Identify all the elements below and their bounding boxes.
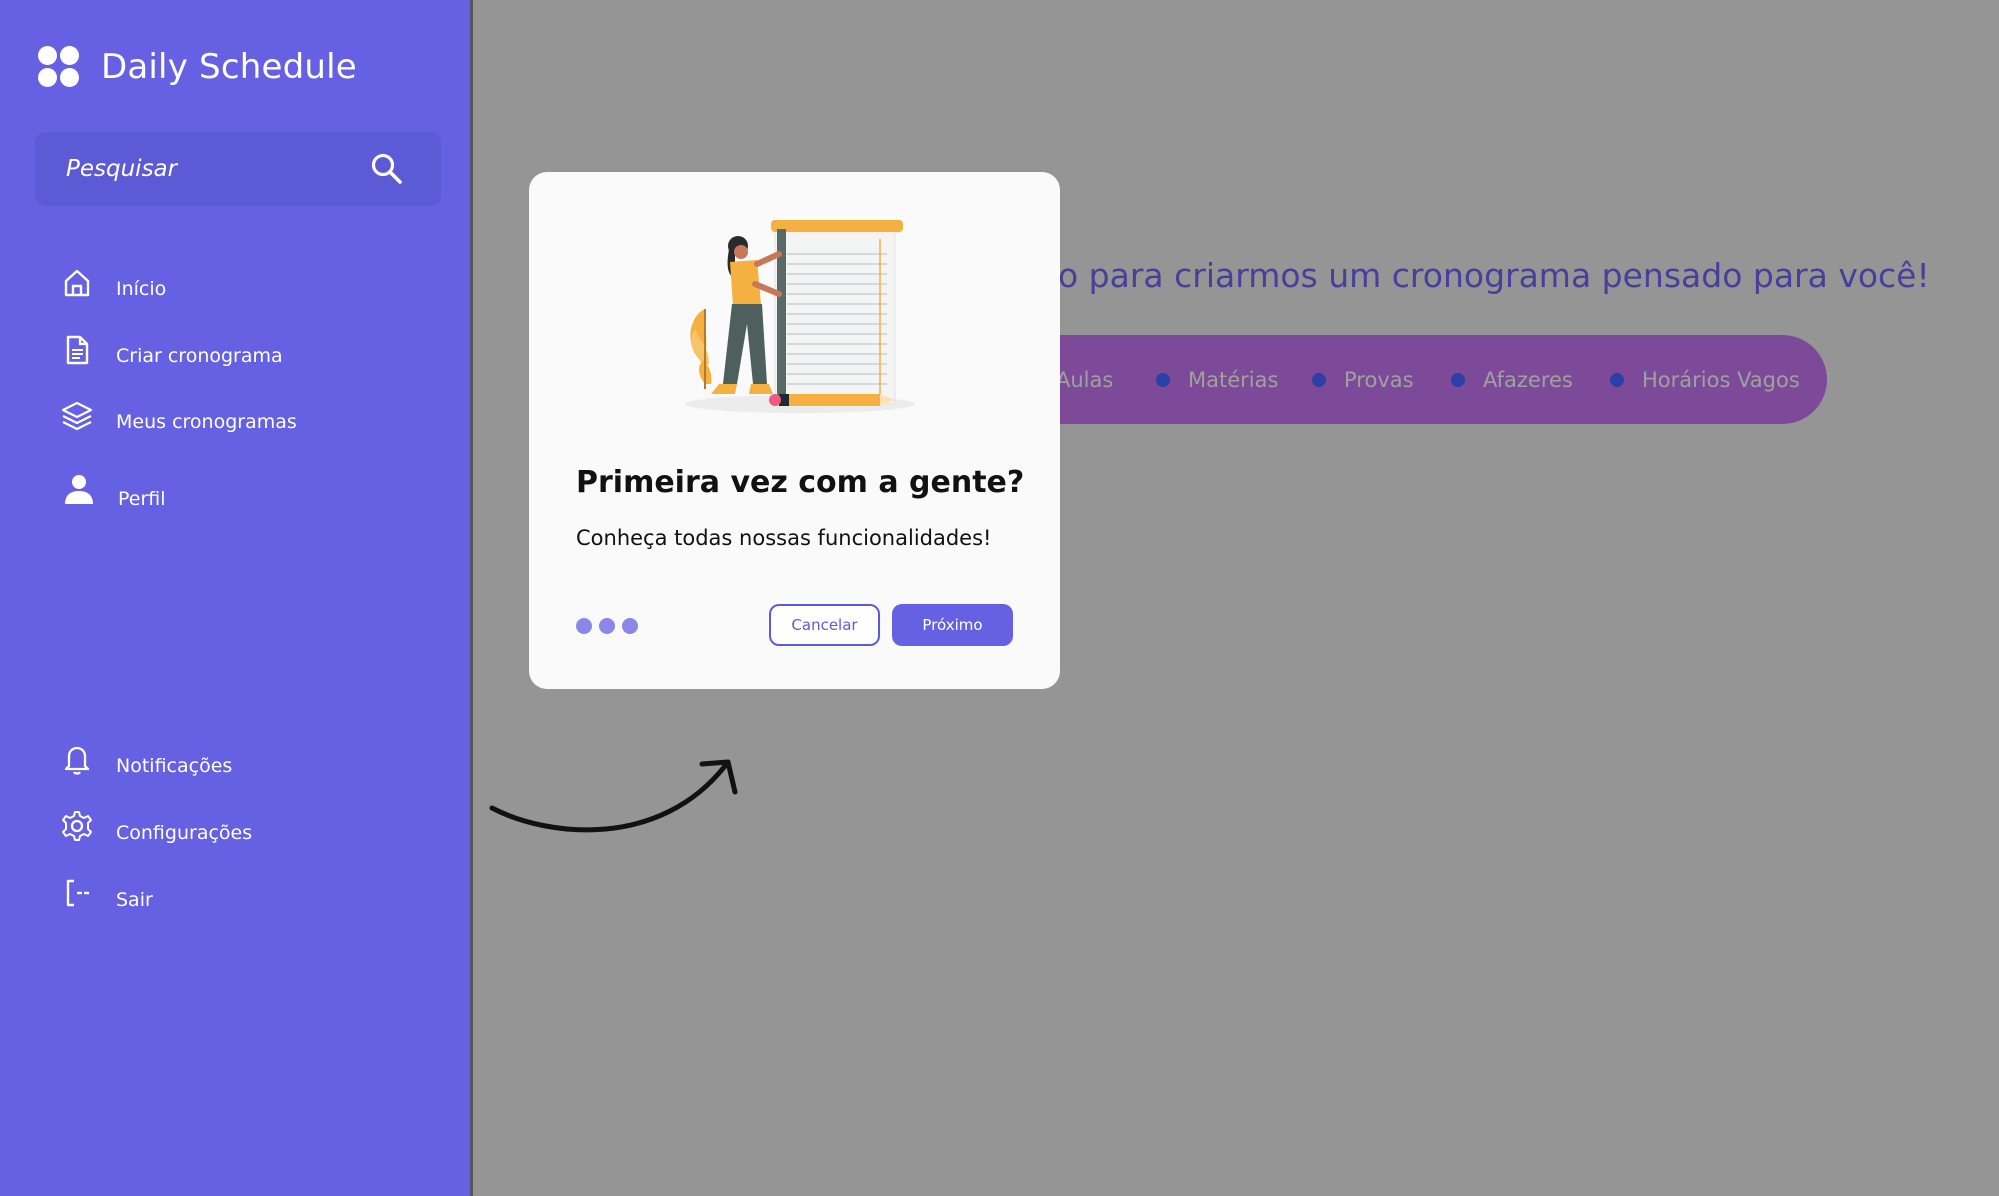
sidebar: Daily Schedule Início Criar cronograma	[0, 0, 473, 1196]
nav-item-sair[interactable]: Sair	[60, 875, 153, 911]
bullet-icon	[1610, 373, 1624, 387]
logout-icon	[66, 879, 89, 907]
nav-label-sair: Sair	[116, 889, 153, 911]
modal-title: Primeira vez com a gente?	[576, 465, 1025, 500]
nav-label-inicio: Início	[116, 278, 167, 300]
category-afazeres[interactable]: Afazeres	[1451, 368, 1573, 392]
step-indicator	[576, 618, 645, 634]
bullet-icon	[1312, 373, 1326, 387]
layers-icon	[61, 401, 93, 431]
nav-item-perfil[interactable]: Perfil	[60, 468, 166, 510]
modal-subtitle: Conheça todas nossas funcionalidades!	[576, 526, 992, 550]
category-label: Matérias	[1188, 368, 1279, 392]
nav-label-notificacoes: Notificações	[116, 755, 233, 777]
category-aulas[interactable]: Aulas	[1056, 368, 1113, 392]
next-button[interactable]: Próximo	[892, 604, 1013, 646]
search-input[interactable]	[66, 150, 356, 188]
nav-label-perfil: Perfil	[118, 488, 166, 510]
cancel-button[interactable]: Cancelar	[769, 604, 880, 646]
onboarding-modal: Primeira vez com a gente? Conheça todas …	[529, 172, 1060, 689]
category-materias[interactable]: Matérias	[1156, 368, 1278, 392]
category-label: Provas	[1344, 368, 1414, 392]
app-name: Daily Schedule	[101, 47, 357, 87]
curved-arrow-icon	[489, 759, 738, 833]
nav-item-notificacoes[interactable]: Notificações	[60, 741, 232, 777]
search-icon[interactable]	[370, 152, 404, 186]
step-dot	[622, 618, 638, 634]
step-dot	[599, 618, 615, 634]
category-horarios-vagos[interactable]: Horários Vagos	[1610, 368, 1800, 392]
nav-label-meus-cronogramas: Meus cronogramas	[116, 411, 297, 433]
category-label: Aulas	[1056, 368, 1114, 392]
bell-icon	[64, 746, 90, 775]
onboarding-illustration	[685, 220, 915, 413]
category-bar: Aulas Matérias Provas Afazeres Horários …	[1030, 335, 1827, 424]
document-icon	[66, 335, 89, 365]
hero-text: o para criarmos um cronograma pensado pa…	[1058, 256, 1930, 295]
nav-item-inicio[interactable]: Início	[60, 266, 166, 300]
home-icon	[64, 269, 90, 297]
user-icon	[65, 475, 93, 504]
nav-item-criar-cronograma[interactable]: Criar cronograma	[60, 333, 283, 367]
category-label: Horários Vagos	[1642, 368, 1800, 392]
bullet-icon	[1156, 373, 1170, 387]
bullet-icon	[1451, 373, 1465, 387]
nav-item-configuracoes[interactable]: Configurações	[60, 808, 252, 844]
step-dot	[576, 618, 592, 634]
nav-label-configuracoes: Configurações	[116, 822, 253, 844]
category-provas[interactable]: Provas	[1312, 368, 1414, 392]
category-label: Afazeres	[1483, 368, 1573, 392]
nav-label-criar-cronograma: Criar cronograma	[116, 345, 283, 367]
brand[interactable]: Daily Schedule	[38, 46, 357, 88]
app-logo-icon	[38, 46, 80, 88]
gear-icon	[62, 811, 92, 841]
nav-item-meus-cronogramas[interactable]: Meus cronogramas	[60, 399, 297, 433]
